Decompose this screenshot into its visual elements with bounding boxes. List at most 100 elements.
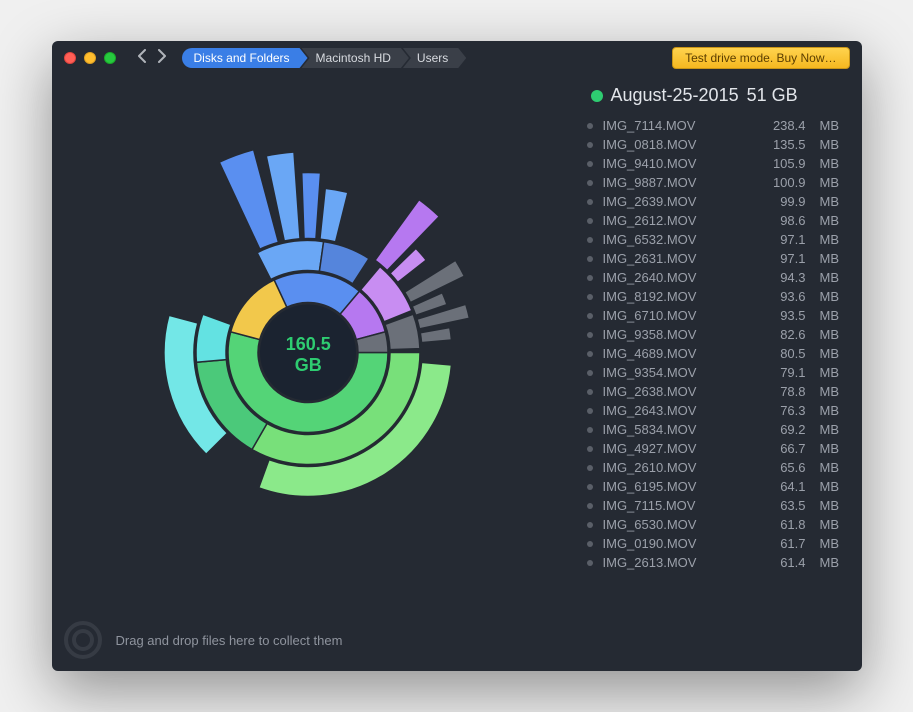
- file-dot-icon: [587, 503, 593, 509]
- file-row[interactable]: IMG_6532.MOV97.1MB: [587, 230, 846, 249]
- file-row[interactable]: IMG_8192.MOV93.6MB: [587, 287, 846, 306]
- segment-cyan-l2[interactable]: [196, 314, 231, 362]
- file-size: 135.5: [764, 137, 806, 152]
- file-row[interactable]: IMG_2612.MOV98.6MB: [587, 211, 846, 230]
- titlebar: Disks and FoldersMacintosh HDUsers Test …: [52, 41, 862, 75]
- chevron-left-icon: [138, 49, 147, 63]
- file-row[interactable]: IMG_4689.MOV80.5MB: [587, 344, 846, 363]
- file-size: 82.6: [764, 327, 806, 342]
- file-size: 94.3: [764, 270, 806, 285]
- file-size: 64.1: [764, 479, 806, 494]
- file-name: IMG_2612.MOV: [603, 213, 754, 228]
- file-row[interactable]: IMG_6710.MOV93.5MB: [587, 306, 846, 325]
- file-row[interactable]: IMG_2638.MOV78.8MB: [587, 382, 846, 401]
- file-size: 69.2: [764, 422, 806, 437]
- file-unit: MB: [820, 327, 846, 342]
- file-size: 76.3: [764, 403, 806, 418]
- file-unit: MB: [820, 460, 846, 475]
- file-row[interactable]: IMG_6195.MOV64.1MB: [587, 477, 846, 496]
- file-dot-icon: [587, 351, 593, 357]
- file-row[interactable]: IMG_7115.MOV63.5MB: [587, 496, 846, 515]
- file-dot-icon: [587, 446, 593, 452]
- file-unit: MB: [820, 555, 846, 570]
- file-name: IMG_2631.MOV: [603, 251, 754, 266]
- bar-gray-4[interactable]: [421, 328, 452, 343]
- file-name: IMG_8192.MOV: [603, 289, 754, 304]
- bar-blue-3[interactable]: [302, 173, 321, 239]
- chart-area: 160.5 GB Drag and drop files here to col…: [52, 75, 587, 671]
- buy-now-button[interactable]: Test drive mode. Buy Now…: [672, 47, 849, 69]
- file-size: 61.8: [764, 517, 806, 532]
- breadcrumb-item[interactable]: Disks and Folders: [182, 48, 308, 68]
- file-name: IMG_9410.MOV: [603, 156, 754, 171]
- drop-zone[interactable]: Drag and drop files here to collect them: [64, 621, 343, 659]
- file-dot-icon: [587, 218, 593, 224]
- file-row[interactable]: IMG_2643.MOV76.3MB: [587, 401, 846, 420]
- file-dot-icon: [587, 541, 593, 547]
- file-unit: MB: [820, 270, 846, 285]
- file-name: IMG_7114.MOV: [603, 118, 754, 133]
- file-list-panel: August-25-2015 51 GB IMG_7114.MOV238.4MB…: [587, 75, 862, 671]
- file-unit: MB: [820, 156, 846, 171]
- file-name: IMG_2640.MOV: [603, 270, 754, 285]
- file-name: IMG_7115.MOV: [603, 498, 754, 513]
- chevron-right-icon: [157, 49, 166, 63]
- file-size: 80.5: [764, 346, 806, 361]
- file-row[interactable]: IMG_2610.MOV65.6MB: [587, 458, 846, 477]
- maximize-window-button[interactable]: [104, 52, 116, 64]
- file-unit: MB: [820, 498, 846, 513]
- file-row[interactable]: IMG_7114.MOV238.4MB: [587, 116, 846, 135]
- file-name: IMG_6710.MOV: [603, 308, 754, 323]
- minimize-window-button[interactable]: [84, 52, 96, 64]
- file-unit: MB: [820, 118, 846, 133]
- drop-target-icon: [64, 621, 102, 659]
- file-name: IMG_6530.MOV: [603, 517, 754, 532]
- file-size: 61.4: [764, 555, 806, 570]
- file-dot-icon: [587, 465, 593, 471]
- sunburst-chart[interactable]: 160.5 GB: [98, 143, 518, 568]
- file-unit: MB: [820, 308, 846, 323]
- file-row[interactable]: IMG_6530.MOV61.8MB: [587, 515, 846, 534]
- file-row[interactable]: IMG_2640.MOV 94.3 MB: [587, 268, 846, 287]
- file-dot-icon: [587, 408, 593, 414]
- file-dot-icon: [587, 522, 593, 528]
- file-name: IMG_2643.MOV: [603, 403, 754, 418]
- file-row[interactable]: IMG_2613.MOV 61.4 MB: [587, 553, 846, 572]
- file-row[interactable]: IMG_0818.MOV135.5MB: [587, 135, 846, 154]
- file-name: IMG_4927.MOV: [603, 441, 754, 456]
- file-size: 105.9: [764, 156, 806, 171]
- center-disk[interactable]: [260, 305, 356, 401]
- file-name: IMG_2613.MOV: [603, 555, 754, 570]
- file-dot-icon: [587, 389, 593, 395]
- file-size: 100.9: [764, 175, 806, 190]
- file-name: IMG_9358.MOV: [603, 327, 754, 342]
- file-row[interactable]: IMG_0190.MOV61.7MB: [587, 534, 846, 553]
- file-dot-icon: [587, 161, 593, 167]
- breadcrumb-item[interactable]: Macintosh HD: [302, 48, 409, 68]
- bar-blue-4[interactable]: [320, 189, 348, 242]
- file-dot-icon: [587, 484, 593, 490]
- file-unit: MB: [820, 479, 846, 494]
- file-row[interactable]: IMG_9354.MOV79.1MB: [587, 363, 846, 382]
- file-row[interactable]: IMG_5834.MOV 69.2 MB: [587, 420, 846, 439]
- file-unit: MB: [820, 289, 846, 304]
- file-unit: MB: [820, 422, 846, 437]
- file-row[interactable]: IMG_9887.MOV100.9MB: [587, 173, 846, 192]
- file-row[interactable]: IMG_2639.MOV99.9MB: [587, 192, 846, 211]
- file-size: 66.7: [764, 441, 806, 456]
- file-row[interactable]: IMG_9358.MOV 82.6 MB: [587, 325, 846, 344]
- file-name: IMG_5834.MOV: [603, 422, 754, 437]
- breadcrumb-item[interactable]: Users: [403, 48, 466, 68]
- file-row[interactable]: IMG_9410.MOV 105.9 MB: [587, 154, 846, 173]
- file-name: IMG_9887.MOV: [603, 175, 754, 190]
- file-dot-icon: [587, 123, 593, 129]
- file-row[interactable]: IMG_4927.MOV 66.7 MB: [587, 439, 846, 458]
- forward-button[interactable]: [155, 49, 168, 67]
- file-dot-icon: [587, 313, 593, 319]
- close-window-button[interactable]: [64, 52, 76, 64]
- file-row[interactable]: IMG_2631.MOV97.1MB: [587, 249, 846, 268]
- back-button[interactable]: [136, 49, 149, 67]
- file-unit: MB: [820, 441, 846, 456]
- folder-header[interactable]: August-25-2015 51 GB: [587, 85, 846, 106]
- content: 160.5 GB Drag and drop files here to col…: [52, 75, 862, 671]
